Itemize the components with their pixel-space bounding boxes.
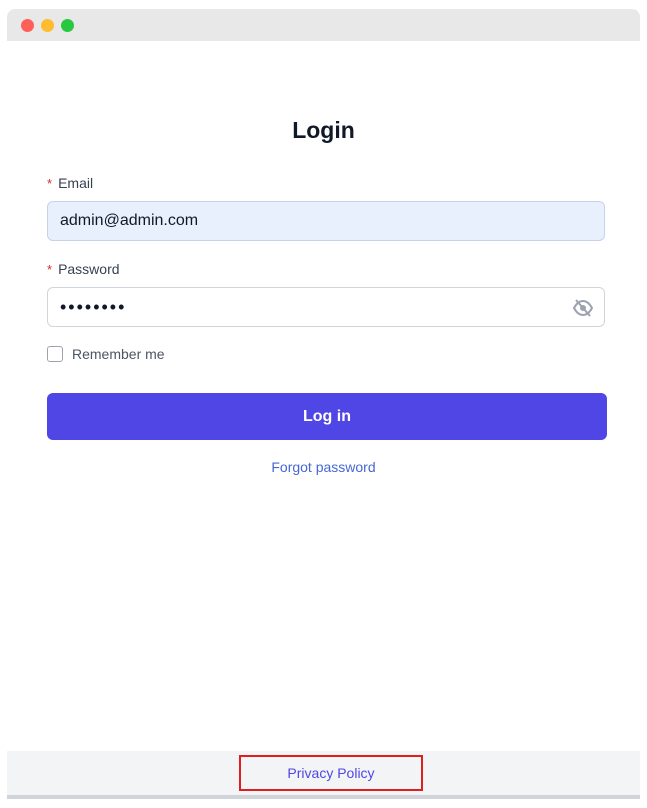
page-title: Login (292, 117, 355, 143)
window-titlebar (7, 9, 640, 41)
eye-slash-icon[interactable] (572, 298, 594, 318)
required-mark: * (47, 176, 53, 191)
remember-me-checkbox[interactable] (47, 346, 63, 362)
login-button[interactable]: Log in (47, 393, 607, 440)
minimize-window-button[interactable] (41, 19, 54, 32)
maximize-window-button[interactable] (61, 19, 74, 32)
email-field[interactable]: admin@admin.com (47, 201, 605, 241)
remember-me-label: Remember me (72, 346, 165, 362)
email-label-text: Email (58, 175, 94, 191)
forgot-password-link[interactable]: Forgot password (7, 459, 640, 475)
email-label: * Email (47, 175, 93, 191)
password-field[interactable]: •••••••• (47, 287, 605, 327)
remember-me-row[interactable]: Remember me (47, 346, 165, 362)
close-window-button[interactable] (21, 19, 34, 32)
password-value: •••••••• (60, 296, 127, 317)
email-value: admin@admin.com (60, 212, 199, 229)
privacy-policy-link[interactable]: Privacy Policy (239, 755, 423, 791)
footer: Privacy Policy (7, 751, 640, 799)
password-label-text: Password (58, 261, 120, 277)
browser-window: Login * Email admin@admin.com * Password •… (7, 9, 640, 799)
password-label: * Password (47, 261, 120, 277)
required-mark: * (47, 262, 53, 277)
